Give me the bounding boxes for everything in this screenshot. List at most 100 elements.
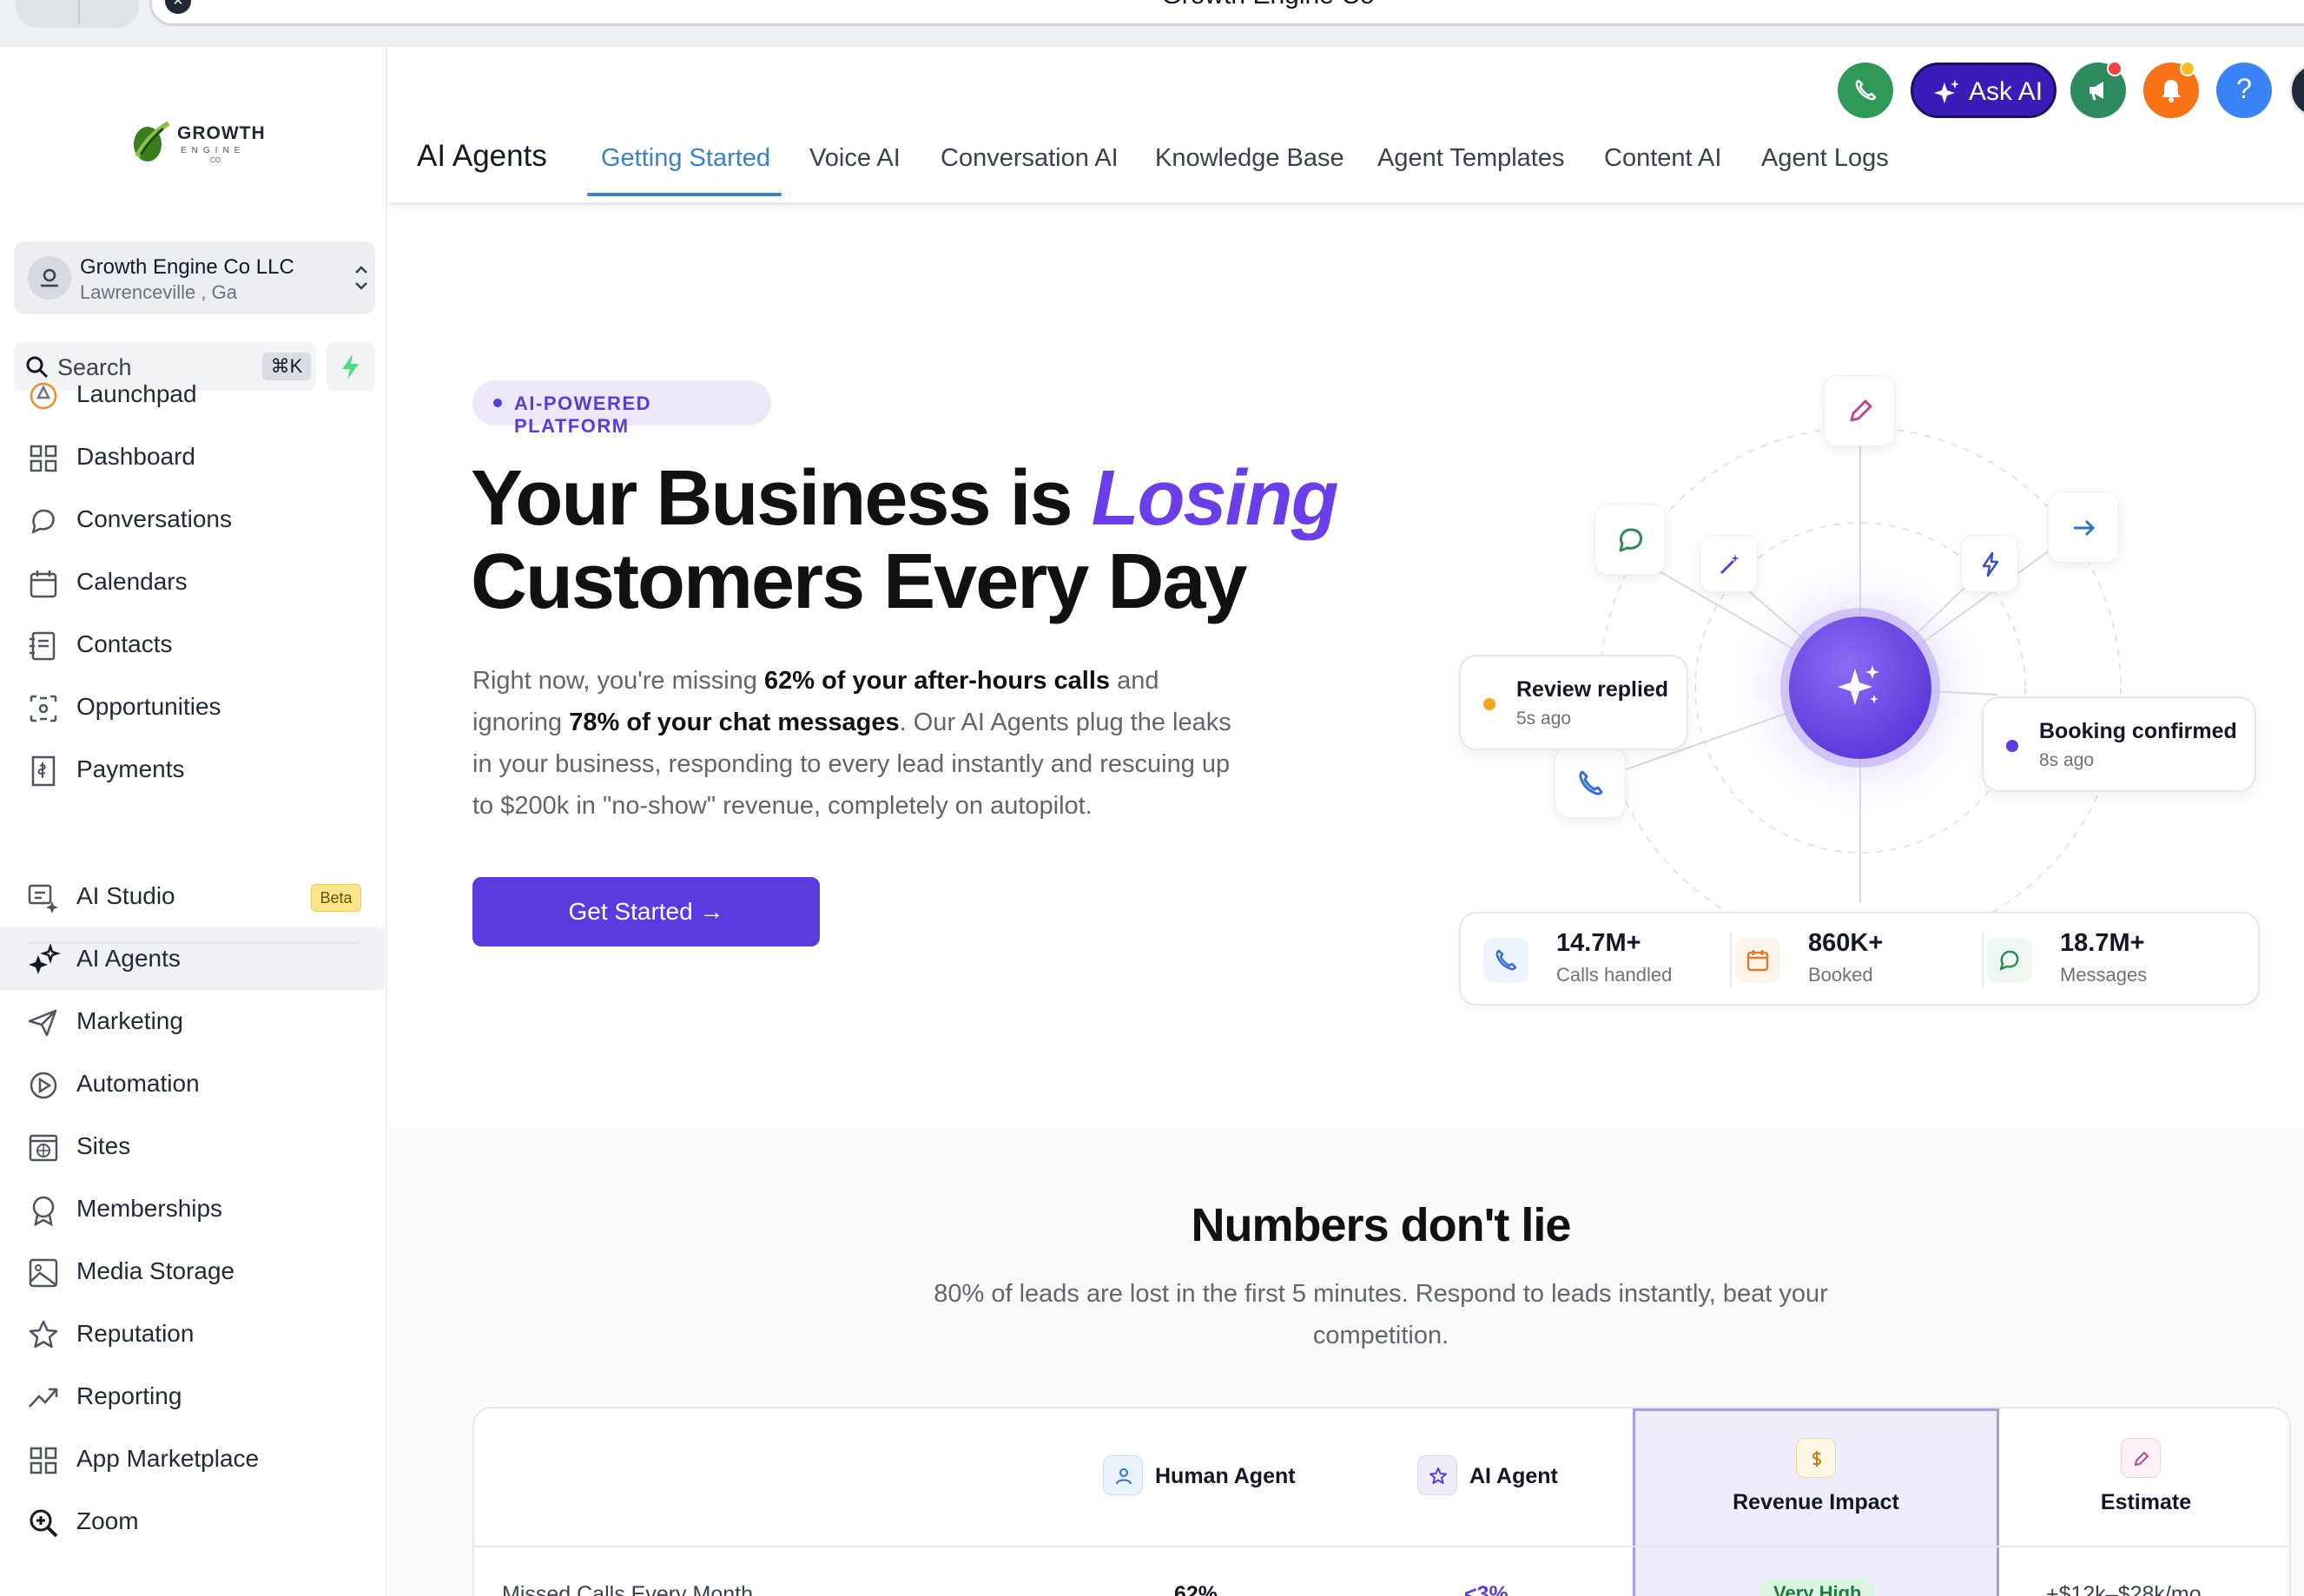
account-name: Growth Engine Co LLC [80, 255, 294, 279]
sidebar-item-sites[interactable]: Sites [0, 1115, 387, 1177]
sidebar-item-marketing[interactable]: Marketing [0, 990, 387, 1052]
sidebar-item-media-storage[interactable]: Media Storage [0, 1240, 387, 1303]
chevron-updown-icon [355, 266, 367, 290]
play-icon [30, 1072, 57, 1099]
sidebar-item-label: Automation [76, 1070, 200, 1097]
sidebar-item-label: Opportunities [76, 693, 221, 720]
sidebar-item-label: Reputation [76, 1320, 195, 1347]
sidebar-divider [28, 941, 360, 944]
row-revenue-badge: Very High [1759, 1579, 1876, 1596]
beta-badge: Beta [311, 884, 361, 912]
browser-sidebar-toggle[interactable] [16, 0, 139, 28]
sidebar-item-label: Contacts [76, 630, 173, 657]
notifications-button[interactable] [2143, 61, 2199, 118]
location-avatar [28, 256, 71, 300]
sidebar-item-app-marketplace[interactable]: App Marketplace [0, 1428, 387, 1490]
sidebar-item-ai-studio[interactable]: AI Studio Beta [0, 865, 387, 927]
star-icon [29, 1320, 58, 1349]
grid-icon [30, 445, 57, 472]
stats-bar: 14.7M+ Calls handled 860K+ Booked 18.7M+… [1459, 912, 2260, 1006]
ai-studio-icon [28, 884, 58, 913]
sparkle-icon [29, 943, 61, 974]
chat-node [1594, 504, 1666, 575]
sidebar-item-contacts[interactable]: Contacts [0, 613, 387, 676]
stat-messages: 18.7M+ Messages [1964, 913, 2216, 1007]
status-dot [1483, 698, 1495, 710]
sidebar-item-zoom[interactable]: Zoom [0, 1490, 387, 1553]
sidebar-item-reporting[interactable]: Reporting [0, 1365, 387, 1428]
row-metric: Missed Calls Every Month [502, 1582, 753, 1596]
section-title: Numbers don't lie [1191, 1199, 1572, 1251]
arrow-node [2048, 491, 2119, 563]
comparison-table: Human Agent AI Agent Revenue Impact Esti… [472, 1407, 2291, 1596]
award-icon [32, 1196, 55, 1227]
send-icon [28, 1009, 57, 1037]
sidebar-item-reputation[interactable]: Reputation [0, 1303, 387, 1365]
stat-booked: 860K+ Booked [1713, 913, 1964, 1007]
stat-calls: 14.7M+ Calls handled [1461, 913, 1713, 1007]
human-agent-header: Human Agent [1155, 1464, 1296, 1488]
sparkle-icon [1934, 80, 1959, 103]
company-logo[interactable]: GROWTH ENGINE CO [129, 116, 267, 179]
user-avatar[interactable] [2289, 63, 2304, 118]
sidebar-item-label: Reporting [76, 1382, 182, 1409]
row-ai-value: <3% [1464, 1582, 1508, 1596]
phone-button[interactable] [1838, 63, 1893, 118]
help-button[interactable]: ? [2216, 63, 2272, 118]
chat-icon [1619, 528, 1643, 552]
sidebar-item-dashboard[interactable]: Dashboard [0, 425, 387, 488]
location-pin-icon [41, 268, 58, 287]
headline-accent: Losing [1091, 455, 1339, 542]
dollar-icon [1796, 1438, 1836, 1478]
sidebar-item-label: AI Agents [76, 945, 181, 972]
sidebar-item-launchpad[interactable]: Launchpad [0, 363, 387, 425]
announcements-button[interactable] [2070, 61, 2126, 118]
pill-dot [493, 399, 502, 407]
sidebar-item-label: Zoom [76, 1507, 139, 1534]
user-icon [1103, 1455, 1143, 1495]
ask-ai-button[interactable]: Ask AI [1911, 63, 2056, 118]
tab-knowledge-base[interactable]: Knowledge Base [1155, 144, 1344, 173]
tab-agent-templates[interactable]: Agent Templates [1377, 144, 1565, 173]
funnel-icon [30, 695, 57, 722]
sidebar-item-label: Media Storage [76, 1257, 235, 1284]
tab-getting-started[interactable]: Getting Started [601, 144, 770, 173]
sidebar-item-label: Conversations [76, 505, 232, 532]
calendar-icon [1735, 938, 1780, 983]
sidebar-item-memberships[interactable]: Memberships [0, 1177, 387, 1240]
arrow-right-icon [2074, 519, 2096, 537]
sidebar-item-calendars[interactable]: Calendars [0, 551, 387, 613]
phone-icon [1483, 938, 1528, 983]
rocket-icon [30, 382, 57, 410]
sidebar-item-label: Launchpad [76, 380, 197, 407]
edit-node [1824, 375, 1895, 446]
sidebar-item-ai-agents[interactable]: AI Agents [0, 927, 387, 990]
estimate-header: Estimate [2100, 1490, 2192, 1514]
tab-agent-logs[interactable]: Agent Logs [1761, 144, 1889, 173]
sidebar-item-label: Dashboard [76, 443, 195, 470]
get-started-button[interactable]: Get Started → [472, 877, 820, 946]
calendar-icon [30, 570, 57, 598]
image-icon [29, 1258, 58, 1288]
sidebar-item-payments[interactable]: Payments [0, 738, 387, 801]
phone-node [1555, 747, 1626, 818]
top-header: AI Agents Getting Started Voice AI Conve… [389, 47, 2304, 205]
booking-confirmed-card: Booking confirmed 8s ago [1982, 696, 2256, 792]
account-switcher[interactable]: Growth Engine Co LLC Lawrenceville , Ga [14, 241, 375, 314]
notification-dot [2107, 61, 2122, 76]
trend-icon [29, 1388, 58, 1408]
row-human-value: 62% [1174, 1582, 1218, 1596]
tab-voice-ai[interactable]: Voice AI [809, 144, 901, 173]
sidebar-item-label: Calendars [76, 568, 188, 595]
bolt-icon [1982, 551, 1999, 577]
sidebar-item-label: AI Studio [76, 882, 175, 909]
sidebar-item-conversations[interactable]: Conversations [0, 488, 387, 551]
sidebar-item-label: Sites [76, 1132, 131, 1159]
sidebar-item-automation[interactable]: Automation [0, 1052, 387, 1115]
table-header-row: Human Agent AI Agent [474, 1408, 1633, 1547]
magic-wand-icon [1720, 554, 1740, 575]
sidebar-item-opportunities[interactable]: Opportunities [0, 676, 387, 738]
apps-icon [30, 1447, 57, 1474]
tab-content-ai[interactable]: Content AI [1604, 144, 1721, 173]
tab-conversation-ai[interactable]: Conversation AI [941, 144, 1119, 173]
